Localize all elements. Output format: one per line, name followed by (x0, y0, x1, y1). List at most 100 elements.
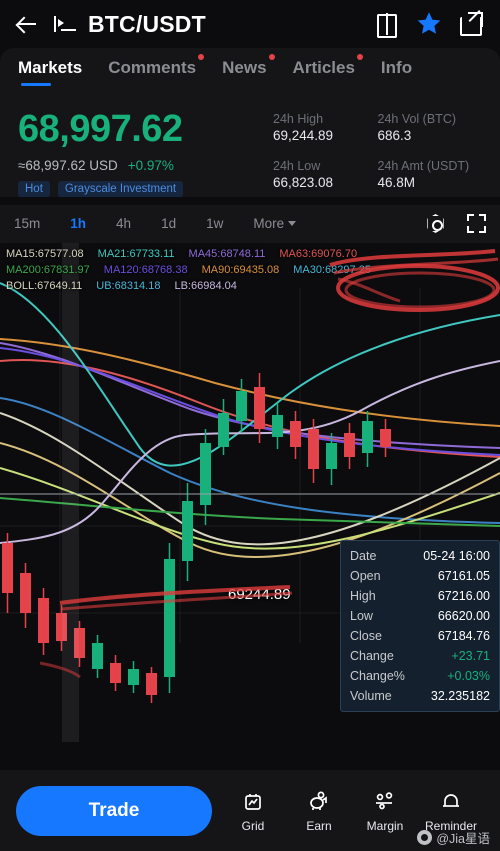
tooltip-value: 67161.05 (437, 568, 490, 583)
tab-label: Comments (108, 58, 197, 77)
stat-label: 24h Amt (USDT) (377, 158, 470, 173)
timeframe-more-label: More (253, 216, 285, 232)
boll-value: BOLL:67649.11 (6, 279, 83, 292)
usd-approx-value: ≈68,997.62 USD (18, 157, 118, 173)
tooltip-row-change-pct: Change% +0.03% (341, 666, 499, 686)
compare-split-icon[interactable] (372, 9, 402, 39)
tooltip-key: High (350, 588, 376, 603)
ma30-value: MA30:68297.25 (293, 263, 371, 276)
tooltip-value: 66620.00 (437, 608, 490, 623)
trade-button[interactable]: Trade (16, 785, 212, 836)
tab-articles[interactable]: Articles (293, 54, 363, 78)
tab-info[interactable]: Info (381, 58, 412, 78)
tooltip-key: Date (350, 548, 377, 563)
page-title: BTC/USDT (88, 10, 206, 37)
section-tabs: Markets Comments News Articles Info (0, 48, 500, 102)
stat-value: 686.3 (377, 128, 412, 143)
tooltip-key: Change% (350, 668, 405, 683)
tooltip-value: 67216.00 (437, 588, 490, 603)
tooltip-key: Volume (350, 688, 392, 703)
notification-dot-icon (268, 54, 275, 60)
tab-label: News (222, 58, 267, 77)
stat-value: 69,244.89 (273, 128, 334, 143)
timeframe-1h[interactable]: 1h (70, 216, 86, 231)
timeframe-1d[interactable]: 1d (161, 216, 176, 231)
boll-ub-value: UB:68314.18 (96, 279, 161, 292)
favorite-star-icon[interactable] (414, 9, 444, 39)
chart-area[interactable]: MA15:67577.08 MA21:67733.11 MA45:68748.1… (0, 242, 500, 742)
tooltip-key: Change (350, 648, 394, 663)
back-arrow-icon[interactable] (14, 11, 40, 37)
timeframe-1w[interactable]: 1w (206, 216, 223, 231)
tooltip-value: +0.03% (447, 668, 490, 683)
tooltip-row-high: High 67216.00 (341, 586, 499, 606)
tab-underline (21, 83, 51, 86)
tooltip-row-open: Open 67161.05 (341, 566, 499, 586)
tooltip-value: 32.235182 (430, 688, 490, 703)
high-annotation: 69244.89 (228, 585, 291, 603)
ma-legend-row-2: MA200:67831.97 MA120:68768.38 MA90:69435… (6, 262, 494, 278)
app-header: BTC/USDT (0, 0, 500, 48)
stat-24h-vol-btc: 24h Vol (BTC) 686.3 (378, 112, 483, 150)
price-summary: 68,997.62 ≈68,997.62 USD +0.97% Hot Gray… (0, 102, 500, 197)
ma21-value: MA21:67733.11 (97, 247, 175, 260)
boll-lb-value: LB:66984.04 (174, 279, 237, 292)
scales-balance-icon (373, 789, 397, 815)
tab-label: Info (380, 58, 413, 77)
timeframe-15m[interactable]: 15m (14, 216, 40, 231)
tag-grayscale-investment[interactable]: Grayscale Investment (57, 180, 184, 197)
stat-24h-amt-usdt: 24h Amt (USDT) 46.8M (378, 159, 483, 197)
ma15-value: MA15:67577.08 (6, 247, 84, 260)
crosshair-highlight (62, 242, 79, 742)
notification-dot-icon (356, 54, 363, 60)
timeframe-4h[interactable]: 4h (116, 216, 131, 231)
nav-label: Margin (366, 818, 404, 833)
tab-news[interactable]: News (222, 54, 275, 78)
tooltip-key: Low (350, 608, 373, 623)
tooltip-row-close: Close 67184.76 (341, 626, 499, 646)
notification-dot-icon (198, 54, 205, 60)
tab-comments[interactable]: Comments (108, 54, 205, 78)
stat-24h-low: 24h Low 66,823.08 (273, 159, 378, 197)
stat-label: 24h Vol (BTC) (377, 112, 457, 126)
settings-hexagon-icon[interactable] (426, 214, 445, 233)
tooltip-value: 67184.76 (437, 628, 490, 643)
grid-chart-icon (241, 789, 265, 815)
orderbook-list-icon[interactable] (54, 15, 76, 33)
tooltip-value: 05-24 16:00 (423, 548, 490, 563)
stat-value: 66,823.08 (273, 174, 334, 190)
fullscreen-expand-icon[interactable] (467, 214, 486, 234)
ma90-value: MA90:69435.08 (201, 263, 280, 276)
nav-grid[interactable]: Grid (224, 789, 282, 833)
stat-label: 24h Low (273, 158, 321, 173)
nav-reminder[interactable]: Reminder (422, 789, 480, 833)
tab-markets[interactable]: Markets (18, 58, 83, 86)
tag-hot[interactable]: Hot (18, 180, 50, 197)
weibo-logo-icon (417, 830, 433, 845)
bottom-action-bar: Trade Grid Earn Margin Reminder @Jia星语 (0, 770, 500, 851)
tooltip-value: +23.71 (451, 648, 490, 663)
timeframe-bar: 15m 1h 4h 1d 1w More (0, 204, 500, 243)
tooltip-key: Close (350, 628, 382, 643)
last-price: 68,997.62 (18, 108, 183, 150)
ma200-value: MA200:67831.97 (6, 263, 90, 276)
stat-label: 24h High (273, 112, 324, 126)
weibo-handle: @Jia星语 (436, 832, 490, 846)
nav-earn[interactable]: Earn (290, 789, 348, 833)
ma63-value: MA63:69076.70 (279, 247, 358, 260)
nav-margin[interactable]: Margin (356, 789, 414, 833)
timeframe-more[interactable]: More (253, 216, 297, 232)
share-external-icon[interactable] (456, 9, 486, 39)
ma-legend: MA15:67577.08 MA21:67733.11 MA45:68748.1… (0, 243, 500, 294)
ohlc-tooltip: Date 05-24 16:00 Open 67161.05 High 6721… (340, 539, 500, 712)
weibo-watermark: @Jia星语 (417, 828, 490, 847)
tab-label: Markets (18, 58, 83, 77)
tooltip-row-date: Date 05-24 16:00 (341, 546, 499, 566)
ma-legend-row-1: MA15:67577.08 MA21:67733.11 MA45:68748.1… (6, 246, 494, 262)
tooltip-row-low: Low 66620.00 (341, 606, 499, 626)
stat-value: 46.8M (377, 174, 416, 190)
tooltip-row-volume: Volume 32.235182 (341, 686, 499, 706)
bell-icon (439, 789, 463, 815)
change-percent: +0.97% (127, 157, 174, 173)
nav-label: Grid (241, 818, 265, 833)
